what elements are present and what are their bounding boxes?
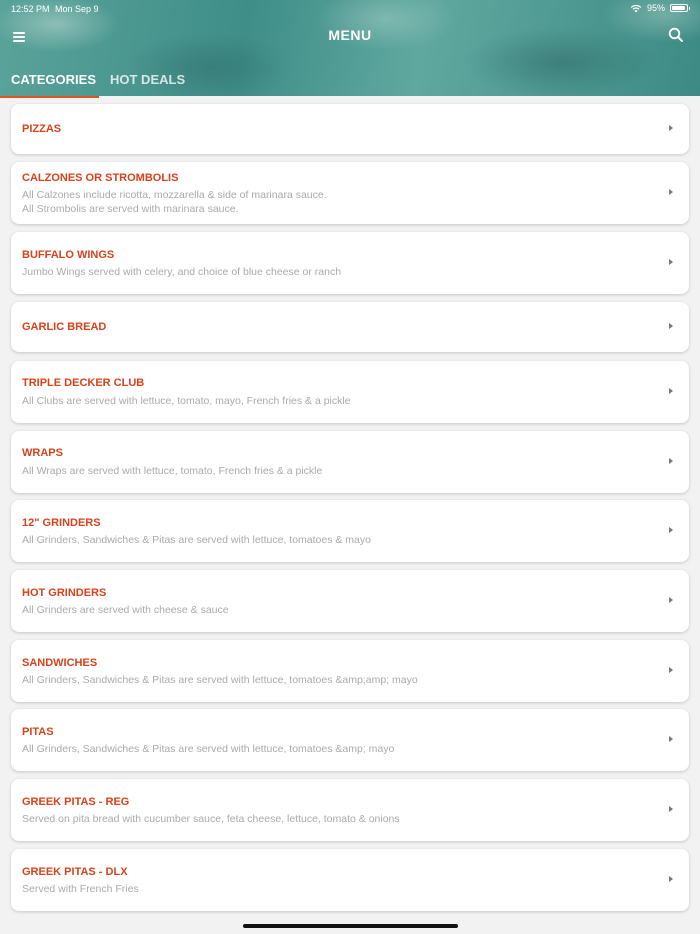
status-indicators: 95% bbox=[630, 3, 690, 13]
category-item-calzones[interactable]: CALZONES OR STROMBOLIS All Calzones incl… bbox=[11, 162, 689, 224]
chevron-right-icon bbox=[669, 189, 673, 195]
category-item-hot-grinders[interactable]: HOT GRINDERS All Grinders are served wit… bbox=[11, 570, 689, 632]
category-description: All Clubs are served with lettuce, tomat… bbox=[22, 395, 351, 407]
category-item-12-grinders[interactable]: 12" GRINDERS All Grinders, Sandwiches & … bbox=[11, 500, 689, 562]
status-date: Mon Sep 9 bbox=[55, 4, 99, 14]
tab-categories[interactable]: CATEGORIES bbox=[11, 72, 96, 87]
category-item-pizzas[interactable]: PIZZAS bbox=[11, 104, 689, 154]
category-title: GREEK PITAS - DLX bbox=[22, 866, 128, 878]
category-item-triple-decker-club[interactable]: TRIPLE DECKER CLUB All Clubs are served … bbox=[11, 361, 689, 423]
battery-percent: 95% bbox=[646, 3, 665, 13]
category-description: Served with French Fries bbox=[22, 883, 139, 895]
category-title: TRIPLE DECKER CLUB bbox=[22, 377, 145, 389]
category-item-sandwiches[interactable]: SANDWICHES All Grinders, Sandwiches & Pi… bbox=[11, 640, 689, 702]
category-title: PITAS bbox=[22, 726, 54, 738]
chevron-right-icon bbox=[669, 458, 673, 464]
status-bar: 12:52 PM Mon Sep 9 95% bbox=[0, 0, 700, 18]
category-description: Served on pita bread with cucumber sauce… bbox=[22, 813, 400, 825]
battery-icon bbox=[670, 4, 690, 12]
chevron-right-icon bbox=[669, 323, 673, 329]
header-banner: 12:52 PM Mon Sep 9 95% MENU CATEGORIES H… bbox=[0, 0, 700, 96]
chevron-right-icon bbox=[669, 527, 673, 533]
category-item-buffalo-wings[interactable]: BUFFALO WINGS Jumbo Wings served with ce… bbox=[11, 232, 689, 294]
category-item-greek-pitas-reg[interactable]: GREEK PITAS - REG Served on pita bread w… bbox=[11, 779, 689, 841]
category-title: SANDWICHES bbox=[22, 657, 98, 669]
category-description: All Calzones include ricotta, mozzarella… bbox=[22, 189, 327, 215]
status-time: 12:52 PM bbox=[11, 4, 50, 14]
category-description: All Grinders, Sandwiches & Pitas are ser… bbox=[22, 534, 371, 546]
category-description: All Grinders are served with cheese & sa… bbox=[22, 604, 229, 616]
chevron-right-icon bbox=[669, 388, 673, 394]
chevron-right-icon bbox=[669, 876, 673, 882]
chevron-right-icon bbox=[669, 125, 673, 131]
chevron-right-icon bbox=[669, 259, 673, 265]
battery-fill bbox=[672, 6, 686, 10]
category-title: BUFFALO WINGS bbox=[22, 249, 115, 261]
active-tab-indicator bbox=[0, 96, 99, 98]
category-item-wraps[interactable]: WRAPS All Wraps are served with lettuce,… bbox=[11, 431, 689, 493]
chevron-right-icon bbox=[669, 736, 673, 742]
category-description: Jumbo Wings served with celery, and choi… bbox=[22, 266, 342, 278]
category-title: WRAPS bbox=[22, 447, 63, 459]
chevron-right-icon bbox=[669, 667, 673, 673]
chevron-right-icon bbox=[669, 597, 673, 603]
category-description: All Wraps are served with lettuce, tomat… bbox=[22, 465, 323, 477]
category-title: PIZZAS bbox=[22, 123, 62, 135]
wifi-icon bbox=[630, 4, 642, 12]
category-description: All Grinders, Sandwiches & Pitas are ser… bbox=[22, 674, 418, 686]
chevron-right-icon bbox=[669, 806, 673, 812]
tab-hot-deals[interactable]: HOT DEALS bbox=[110, 72, 185, 87]
category-title: GARLIC BREAD bbox=[22, 321, 107, 333]
home-indicator bbox=[243, 924, 458, 928]
category-title: GREEK PITAS - REG bbox=[22, 796, 130, 808]
category-title: HOT GRINDERS bbox=[22, 587, 107, 599]
category-item-garlic-bread[interactable]: GARLIC BREAD bbox=[11, 302, 689, 352]
search-icon[interactable] bbox=[667, 26, 685, 44]
category-title: CALZONES OR STROMBOLIS bbox=[22, 172, 179, 184]
category-item-pitas[interactable]: PITAS All Grinders, Sandwiches & Pitas a… bbox=[11, 709, 689, 771]
category-item-greek-pitas-dlx[interactable]: GREEK PITAS - DLX Served with French Fri… bbox=[11, 849, 689, 911]
category-title: 12" GRINDERS bbox=[22, 517, 101, 529]
category-description: All Grinders, Sandwiches & Pitas are ser… bbox=[22, 743, 395, 755]
page-title: MENU bbox=[328, 27, 372, 43]
